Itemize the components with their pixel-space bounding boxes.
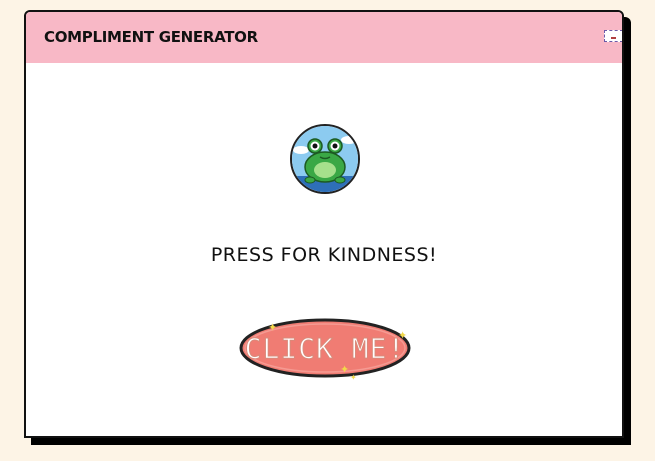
click-me-button[interactable]: CLICK ME! (239, 318, 411, 378)
sparkle-icon: ✦ (340, 363, 350, 376)
frog-icon (290, 124, 360, 194)
window-title: COMPLIMENT GENERATOR (44, 28, 258, 46)
sparkle-icon: ✦ (350, 373, 357, 382)
compliment-generator-window: COMPLIMENT GENERATOR PRESS FOR KINDNESS!… (24, 10, 624, 438)
title-bar[interactable]: COMPLIMENT GENERATOR (26, 12, 622, 63)
click-me-label: CLICK ME! (244, 332, 406, 366)
kindness-prompt: PRESS FOR KINDNESS! (210, 244, 438, 266)
minimize-icon[interactable] (604, 30, 622, 42)
sparkle-icon: ✦ (398, 329, 408, 342)
sparkle-icon: ✦ (268, 321, 278, 334)
